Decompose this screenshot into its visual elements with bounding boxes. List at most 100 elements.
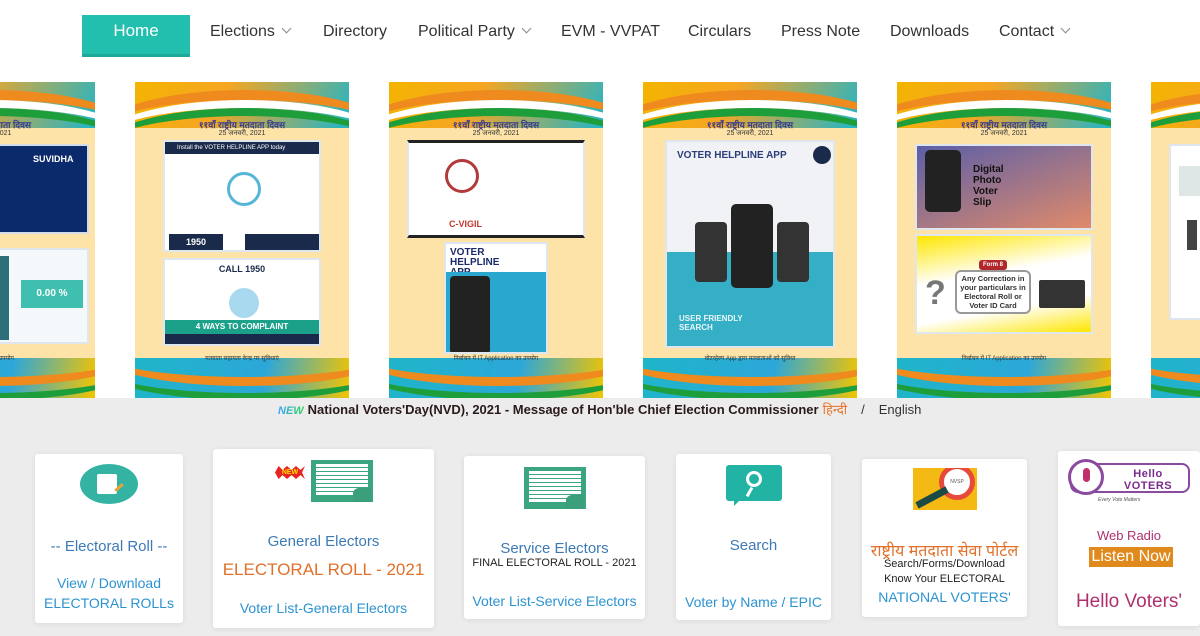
chevron-down-icon (1060, 23, 1071, 34)
poster-panel-text: Any Correction in your particulars in El… (955, 270, 1031, 314)
card-service-electors[interactable]: Service Electors FINAL ELECTORAL ROLL - … (464, 456, 645, 619)
poster-epic[interactable] (1151, 82, 1200, 398)
ticker-message[interactable]: National Voters'Day(NVD), 2021 - Message… (308, 402, 819, 417)
form-badge: Form 8 (979, 260, 1007, 270)
poster-carousel[interactable]: ११वाँ राष्ट्रीय मतदाता दिवस 25 जनवरी, 20… (0, 82, 1200, 398)
pen-shape (915, 486, 949, 509)
ticker-separator: / (861, 402, 865, 417)
poster-decoration (897, 330, 1111, 398)
card-title: -- Electoral Roll -- (50, 538, 168, 555)
card-search[interactable]: Search Voter by Name / EPIC (676, 454, 831, 620)
top-nav: Home Elections Directory Political Party… (0, 0, 1200, 82)
poster-cvigil[interactable]: ११वाँ राष्ट्रीय मतदाता दिवस 25 जनवरी, 20… (389, 82, 603, 398)
hello-voters-logo: Hello VOTERS (1068, 459, 1190, 495)
card-link[interactable]: Voter List-General Electors (213, 600, 434, 616)
poster-panel-text: USER FRIENDLY SEARCH (679, 314, 743, 332)
ticker-hindi-link[interactable]: हिन्दी (823, 402, 848, 417)
poster-date: 25 जनवरी, 2021 (726, 130, 774, 137)
poster-panel-top: C-VIGIL (407, 140, 585, 238)
poster-footer: मतदाता सहायता केन्द्र पर सुविधाएं (205, 356, 279, 362)
phone-mock (731, 204, 773, 288)
poster-panel-text: 4 WAYS TO COMPLAINT (165, 320, 319, 334)
card-link[interactable]: Voter by Name / EPIC (676, 594, 831, 610)
id-photo (1179, 166, 1200, 196)
checklist-paper (97, 474, 117, 494)
logo-tagline: Every Vote Matters (1098, 497, 1141, 503)
phone-mock (695, 222, 727, 282)
logo-text: Hello VOTERS (1123, 468, 1173, 492)
mic-head (1083, 468, 1090, 482)
card-link[interactable]: NATIONAL VOTERS' (862, 589, 1027, 605)
nav-home[interactable]: Home (82, 15, 190, 57)
finger-shape (353, 488, 371, 502)
magnifier-handle (745, 486, 754, 498)
chevron-down-icon (521, 23, 532, 34)
nav-circulars[interactable]: Circulars (688, 22, 751, 42)
card-link-2[interactable]: ELECTORAL ROLLs (35, 595, 183, 611)
finger-shape (566, 495, 584, 509)
card-general-electors[interactable]: NEW General Electors ELECTORAL ROLL - 20… (213, 449, 434, 628)
operator-icon (229, 288, 259, 318)
cvigil-logo-icon (445, 159, 479, 193)
nav-elections[interactable]: Elections (210, 22, 292, 42)
poster-percent: 0.00 % (21, 280, 83, 308)
app-logo-icon (813, 146, 831, 164)
card-title: Search (729, 537, 778, 554)
nav-press-note[interactable]: Press Note (781, 22, 860, 42)
card-title: Service Electors (500, 540, 609, 557)
magnifier-glass (746, 471, 762, 487)
poster-hotline: 1950 (169, 234, 223, 250)
poster-helpline-app[interactable]: ११वाँ राष्ट्रीय मतदाता दिवस 25 जनवरी, 20… (643, 82, 857, 398)
poster-panel-top: VOTER HELPLINE APP USER FRIENDLY SEARCH (665, 140, 835, 348)
card-link[interactable]: Voter List-Service Electors (464, 593, 645, 609)
poster-date: 25 जनवरी, 2021 (0, 130, 12, 137)
phone-mock (450, 276, 490, 352)
poster-panel-bottom: Form 8 ? Any Correction in your particul… (915, 234, 1093, 334)
monitor-icon (1039, 280, 1085, 308)
nav-circulars-label: Circulars (688, 23, 752, 40)
poster-suvidha[interactable]: ११वाँ राष्ट्रीय मतदाता दिवस 25 जनवरी, 20… (0, 82, 95, 398)
ticker-english-link[interactable]: English (879, 402, 922, 417)
card-link[interactable]: View / Download (35, 575, 183, 591)
card-link[interactable]: Hello Voters' (1058, 591, 1200, 613)
nav-evm-vvpat[interactable]: EVM - VVPAT (561, 22, 660, 42)
card-hello-voters[interactable]: Hello VOTERS Every Vote Matters Web Radi… (1058, 451, 1200, 626)
search-chat-icon (726, 465, 782, 501)
nav-political-party-label: Political Party (418, 23, 515, 40)
poster-panel-top: Install the VOTER HELPLINE APP today 195… (163, 140, 321, 252)
card-electoral-roll[interactable]: -- Electoral Roll -- View / Download ELE… (35, 454, 183, 623)
question-mark-icon: ? (925, 274, 946, 312)
listen-now-button[interactable]: Listen Now (1089, 547, 1173, 567)
poster-call-text: CALL 1950 (218, 264, 266, 274)
poster-footer: निर्वाचन में IT Application का उपयोग (453, 356, 539, 362)
new-badge-icon: NEW (275, 466, 305, 479)
nav-downloads[interactable]: Downloads (890, 22, 969, 42)
poster-decoration (1151, 330, 1200, 398)
card-nvsp[interactable]: NVSP राष्ट्रीय मतदाता सेवा पोर्टल Search… (862, 459, 1027, 617)
card-subtitle: FINAL ELECTORAL ROLL - 2021 (472, 557, 637, 569)
poster-panel-text: Digital Photo Voter Slip (973, 164, 1004, 208)
card-highlight: ELECTORAL ROLL - 2021 (222, 560, 425, 579)
phone-mock (777, 222, 809, 282)
card-line-1: Search/Forms/Download (883, 558, 1006, 570)
poster-digital-voter-slip[interactable]: ११वाँ राष्ट्रीय मतदाता दिवस 25 जनवरी, 20… (897, 82, 1111, 398)
poster-panel-top (1169, 144, 1200, 320)
poster-panel-top: Digital Photo Voter Slip (915, 144, 1093, 230)
poster-date: 25 जनवरी, 2021 (472, 130, 520, 137)
barcode (1187, 220, 1197, 250)
nav-political-party[interactable]: Political Party (418, 22, 532, 42)
poster-panel-text: C-VIGIL (449, 219, 482, 229)
poster-panel-text: SUVIDHA (33, 154, 74, 164)
screen-mock (0, 256, 9, 340)
magnifier-pen-icon: NVSP (913, 468, 977, 510)
evm-ballot-icon (524, 467, 586, 509)
poster-panel-top: SUVIDHA (0, 144, 89, 234)
nvsp-lens: NVSP (939, 468, 975, 500)
nav-directory-label: Directory (323, 23, 388, 40)
nav-directory[interactable]: Directory (323, 22, 387, 42)
evm-ballot-icon (311, 460, 373, 502)
poster-voter-helpline[interactable]: ११वाँ राष्ट्रीय मतदाता दिवस 25 जनवरी, 20… (135, 82, 349, 398)
poster-panel-text: VOTER HELPLINE APP (677, 150, 787, 161)
nav-contact[interactable]: Contact (999, 22, 1071, 42)
card-title: General Electors (267, 533, 380, 550)
